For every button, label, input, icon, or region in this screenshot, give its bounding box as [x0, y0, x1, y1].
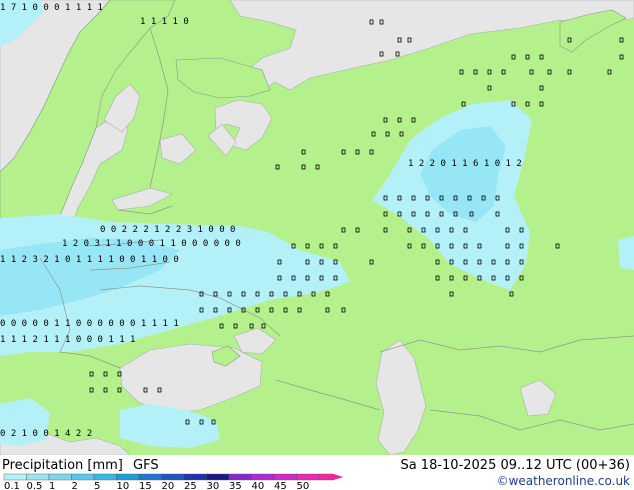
scale-box-7: [161, 473, 185, 481]
scale-box-9: [206, 473, 230, 481]
color-scale: 0.1 0.5 1 2 5 10 15 20 25 30 35 40 45 50: [3, 473, 344, 490]
legend-bar: Precipitation [mm] GFS Sa 18-10-2025 09.…: [0, 455, 634, 490]
precipitation-map: 1 7 1 0 0 0 1 1 1 1 1 1 1 1 0 1 2 2 0 1 …: [0, 0, 634, 455]
scale-box-11: [251, 473, 275, 481]
grid-row-7: 1 1 1 2 1 1 1 0 0 0 1 1 1: [0, 335, 135, 345]
scale-box-12: [273, 473, 297, 481]
scale-label-12: 45: [274, 481, 287, 490]
scale-box-8: [183, 473, 207, 481]
scale-label-3: 2: [72, 481, 78, 490]
scale-box-5: [116, 473, 140, 481]
color-scale-boxes: [3, 473, 344, 481]
scale-box-1: [26, 473, 50, 481]
legend-title: Precipitation [mm]: [2, 458, 123, 473]
scale-arrow-tip: [333, 474, 344, 480]
scale-box-13: [296, 473, 320, 481]
scale-label-1: 0.5: [27, 481, 43, 490]
scale-label-6: 15: [139, 481, 152, 490]
color-scale-labels: 0.1 0.5 1 2 5 10 15 20 25 30 35 40 45 50: [4, 481, 309, 490]
scale-label-11: 40: [252, 481, 265, 490]
scale-label-10: 35: [229, 481, 242, 490]
legend-title-row: Precipitation [mm] GFS: [2, 458, 159, 473]
grid-row-6: 0 0 0 0 0 1 1 0 0 0 0 0 0 1 1 1 1: [0, 319, 179, 329]
scale-box-3: [71, 473, 95, 481]
grid-row-8: 0 2 1 0 0 1 4 2 2: [0, 429, 92, 439]
scale-label-7: 20: [162, 481, 175, 490]
scale-label-8: 25: [184, 481, 197, 490]
scale-label-5: 10: [117, 481, 130, 490]
scale-box-2: [48, 473, 72, 481]
grid-row-4: 1 2 0 3 1 1 0 0 0 1 1 0 0 0 0 0 0: [62, 239, 241, 249]
precip-east-edge: [618, 236, 634, 270]
scale-box-4: [93, 473, 117, 481]
legend-model: GFS: [133, 458, 159, 473]
grid-row-1: 1 1 1 1 0: [140, 17, 189, 27]
scale-label-13: 50: [297, 481, 310, 490]
grid-row-2: 1 2 2 0 1 1 6 1 0 1 2: [408, 159, 522, 169]
scale-label-2: 1: [49, 481, 55, 490]
scale-box-6: [138, 473, 162, 481]
scale-label-4: 5: [94, 481, 100, 490]
grid-row-0: 1 7 1 0 0 0 1 1 1 1: [0, 3, 103, 13]
scale-box-0: [3, 473, 27, 481]
grid-row-5: 1 1 2 3 2 1 0 1 1 1 1 0 0 1 1 0 0: [0, 255, 179, 265]
scale-box-10: [228, 473, 252, 481]
scale-box-14: [318, 473, 334, 481]
forecast-datetime: Sa 18-10-2025 09..12 UTC (00+36): [400, 458, 630, 473]
scale-label-9: 30: [207, 481, 220, 490]
grid-row-3: 0 0 2 2 2 1 2 2 3 1 0 0 0: [100, 225, 235, 235]
site-credit[interactable]: ©weatheronline.co.uk: [497, 474, 630, 488]
scale-label-0: 0.1: [4, 481, 20, 490]
